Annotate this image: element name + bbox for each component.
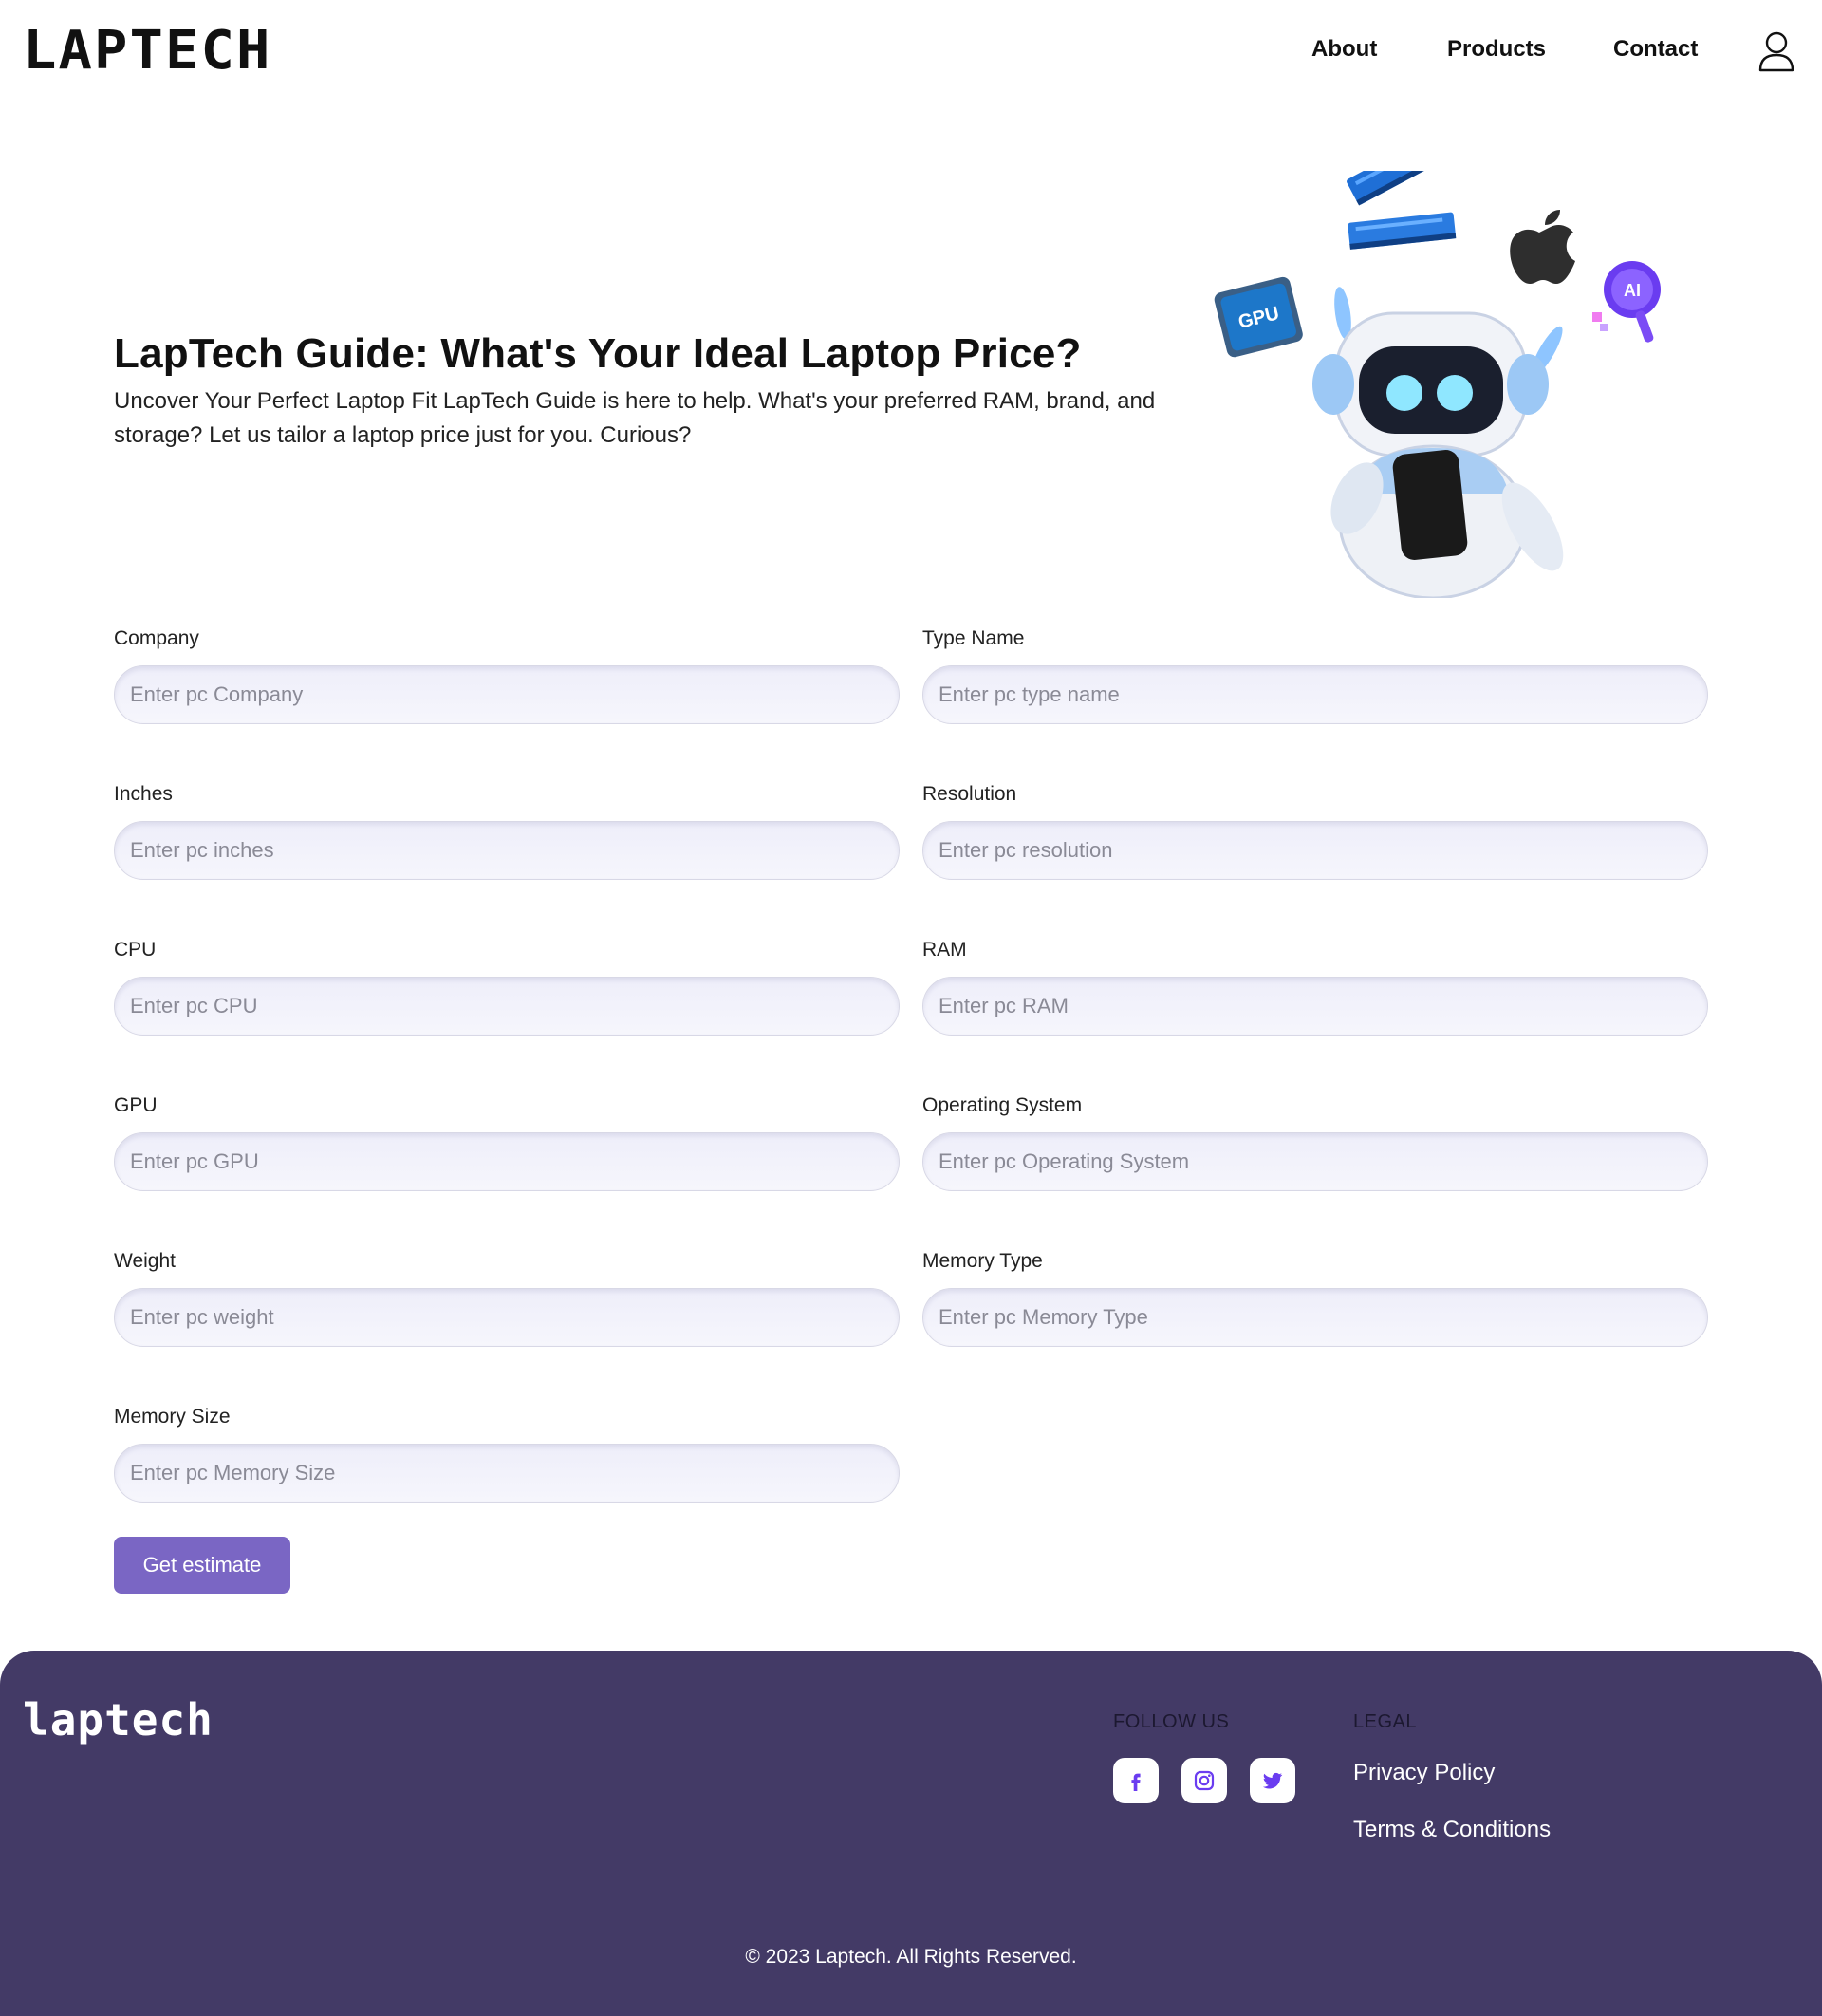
nav-about-link[interactable]: About (1311, 36, 1377, 63)
company-label: Company (114, 627, 199, 649)
site-footer: laptech FOLLOW US LEGAL Privacy Policy T… (0, 1651, 1822, 2016)
footer-logo[interactable]: laptech (23, 1694, 214, 1745)
facebook-icon[interactable] (1113, 1758, 1159, 1803)
ai-badge-icon: AI (1592, 261, 1661, 343)
gpu-input[interactable] (114, 1132, 900, 1191)
twitter-icon[interactable] (1250, 1758, 1295, 1803)
get-estimate-button[interactable]: Get estimate (114, 1537, 290, 1594)
cpu-input[interactable] (114, 977, 900, 1036)
weight-input[interactable] (114, 1288, 900, 1347)
ram-input[interactable] (922, 977, 1708, 1036)
follow-us-heading: FOLLOW US (1113, 1711, 1230, 1732)
apple-logo-icon (1510, 210, 1575, 284)
type-name-input[interactable] (922, 665, 1708, 724)
instagram-icon[interactable] (1181, 1758, 1227, 1803)
company-input[interactable] (114, 665, 900, 724)
page-title: LapTech Guide: What's Your Ideal Laptop … (114, 330, 1082, 377)
operating-system-label: Operating System (922, 1094, 1083, 1116)
hero-description: Uncover Your Perfect Laptop Fit LapTech … (114, 388, 1156, 448)
ram-label: RAM (922, 939, 967, 961)
gpu-label: GPU (114, 1094, 158, 1116)
terms-conditions-link[interactable]: Terms & Conditions (1353, 1817, 1551, 1843)
nav-contact-link[interactable]: Contact (1613, 36, 1698, 63)
type-name-label: Type Name (922, 627, 1025, 649)
memory-type-input[interactable] (922, 1288, 1708, 1347)
privacy-policy-link[interactable]: Privacy Policy (1353, 1760, 1495, 1786)
robot-illustration: GPU AI (1214, 171, 1661, 598)
memory-size-input[interactable] (114, 1444, 900, 1503)
page: LAPTECH About Products Contact LapTech G… (0, 0, 1822, 2016)
cpu-label: CPU (114, 939, 157, 961)
weight-label: Weight (114, 1250, 176, 1272)
resolution-label: Resolution (922, 783, 1017, 805)
memory-size-label: Memory Size (114, 1406, 231, 1428)
gpu-chip-icon: GPU (1214, 276, 1303, 358)
ram-stick-icon (1347, 171, 1457, 250)
svg-text:AI: AI (1624, 281, 1641, 300)
site-header: LAPTECH About Products Contact (0, 0, 1822, 103)
operating-system-input[interactable] (922, 1132, 1708, 1191)
user-icon[interactable] (1757, 30, 1795, 72)
memory-type-label: Memory Type (922, 1250, 1043, 1272)
inches-input[interactable] (114, 821, 900, 880)
copyright-text: © 2023 Laptech. All Rights Reserved. (745, 1946, 1077, 1968)
inches-label: Inches (114, 783, 173, 805)
nav-products-link[interactable]: Products (1447, 36, 1546, 63)
legal-heading: LEGAL (1353, 1711, 1417, 1732)
site-logo[interactable]: LAPTECH (23, 25, 272, 78)
resolution-input[interactable] (922, 821, 1708, 880)
